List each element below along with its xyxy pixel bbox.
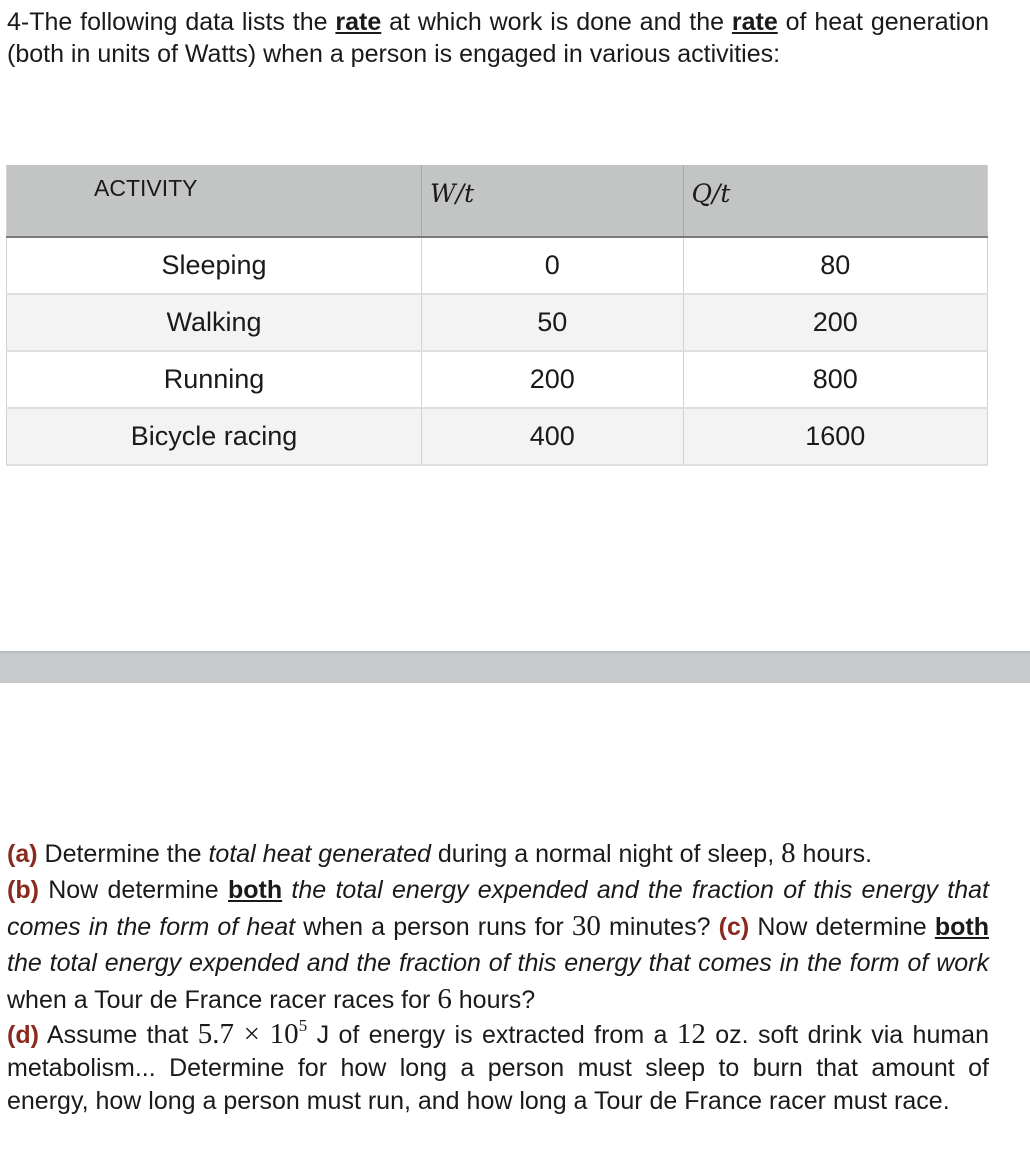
cell-activity: Walking bbox=[6, 294, 422, 352]
questions-abc: (a) Determine the total heat generated d… bbox=[7, 835, 989, 1018]
question-c-label: (c) bbox=[718, 913, 750, 941]
cell-heat-rate: 800 bbox=[682, 351, 988, 409]
question-b-label: (b) bbox=[7, 876, 39, 904]
intro-text: 4-The following data lists the bbox=[7, 8, 336, 36]
question-text: hours. bbox=[795, 840, 873, 868]
cell-heat-rate: 1600 bbox=[682, 408, 988, 466]
question-number: 12 bbox=[676, 1018, 706, 1050]
table-header-row: ACTIVITY W/t Q/t bbox=[6, 165, 988, 238]
cell-work-rate: 0 bbox=[421, 237, 683, 295]
question-text: hours? bbox=[451, 986, 536, 1014]
question-text: during a normal night of sleep, bbox=[430, 840, 782, 868]
problem-intro: 4-The following data lists the rate at w… bbox=[7, 6, 989, 70]
cell-activity: Sleeping bbox=[6, 237, 422, 295]
question-d-label: (d) bbox=[7, 1021, 39, 1049]
question-text: Now determine bbox=[749, 913, 935, 941]
cell-heat-rate: 80 bbox=[682, 237, 988, 295]
emphasis-both: both bbox=[934, 913, 989, 941]
question-text: Now determine bbox=[38, 876, 228, 904]
question-number: 6 bbox=[437, 983, 452, 1015]
table-row: Walking 50 200 bbox=[6, 294, 988, 352]
question-text: J of energy is extracted from a bbox=[307, 1021, 677, 1049]
exponent: 5 bbox=[298, 1016, 308, 1035]
question-number: 8 bbox=[781, 837, 796, 869]
question-italic: total heat generated bbox=[208, 840, 431, 868]
table-row: Running 200 800 bbox=[6, 351, 988, 409]
cell-activity: Running bbox=[6, 351, 422, 409]
activity-table: ACTIVITY W/t Q/t Sleeping 0 80 Walking 5… bbox=[6, 165, 988, 466]
cell-work-rate: 50 bbox=[421, 294, 683, 352]
question-text: minutes? bbox=[600, 913, 719, 941]
question-text: Determine the bbox=[37, 840, 209, 868]
question-italic: the total energy expended and the fracti… bbox=[7, 949, 989, 977]
emphasis-both: both bbox=[228, 876, 283, 904]
question-text: when a Tour de France racer races for bbox=[7, 986, 438, 1014]
header-heat-rate: Q/t bbox=[682, 165, 988, 238]
intro-text: at which work is done and the bbox=[381, 8, 732, 36]
cell-heat-rate: 200 bbox=[682, 294, 988, 352]
cell-activity: Bicycle racing bbox=[6, 408, 422, 466]
question-text: Assume that bbox=[38, 1021, 198, 1049]
table-row: Sleeping 0 80 bbox=[6, 237, 988, 295]
question-d: (d) Assume that 5.7 × 105 J of energy is… bbox=[7, 1016, 989, 1118]
emphasis-rate: rate bbox=[335, 8, 382, 36]
cell-work-rate: 400 bbox=[421, 408, 683, 466]
question-number: 30 bbox=[571, 910, 601, 942]
header-activity: ACTIVITY bbox=[6, 165, 422, 238]
question-text: when a person runs for bbox=[295, 913, 572, 941]
question-number: 5.7 × 10 bbox=[197, 1018, 299, 1050]
cell-work-rate: 200 bbox=[421, 351, 683, 409]
header-work-rate: W/t bbox=[421, 165, 683, 238]
separator-bar bbox=[0, 651, 1030, 683]
table-row: Bicycle racing 400 1600 bbox=[6, 408, 988, 466]
question-a-label: (a) bbox=[7, 840, 38, 868]
emphasis-rate: rate bbox=[731, 8, 778, 36]
